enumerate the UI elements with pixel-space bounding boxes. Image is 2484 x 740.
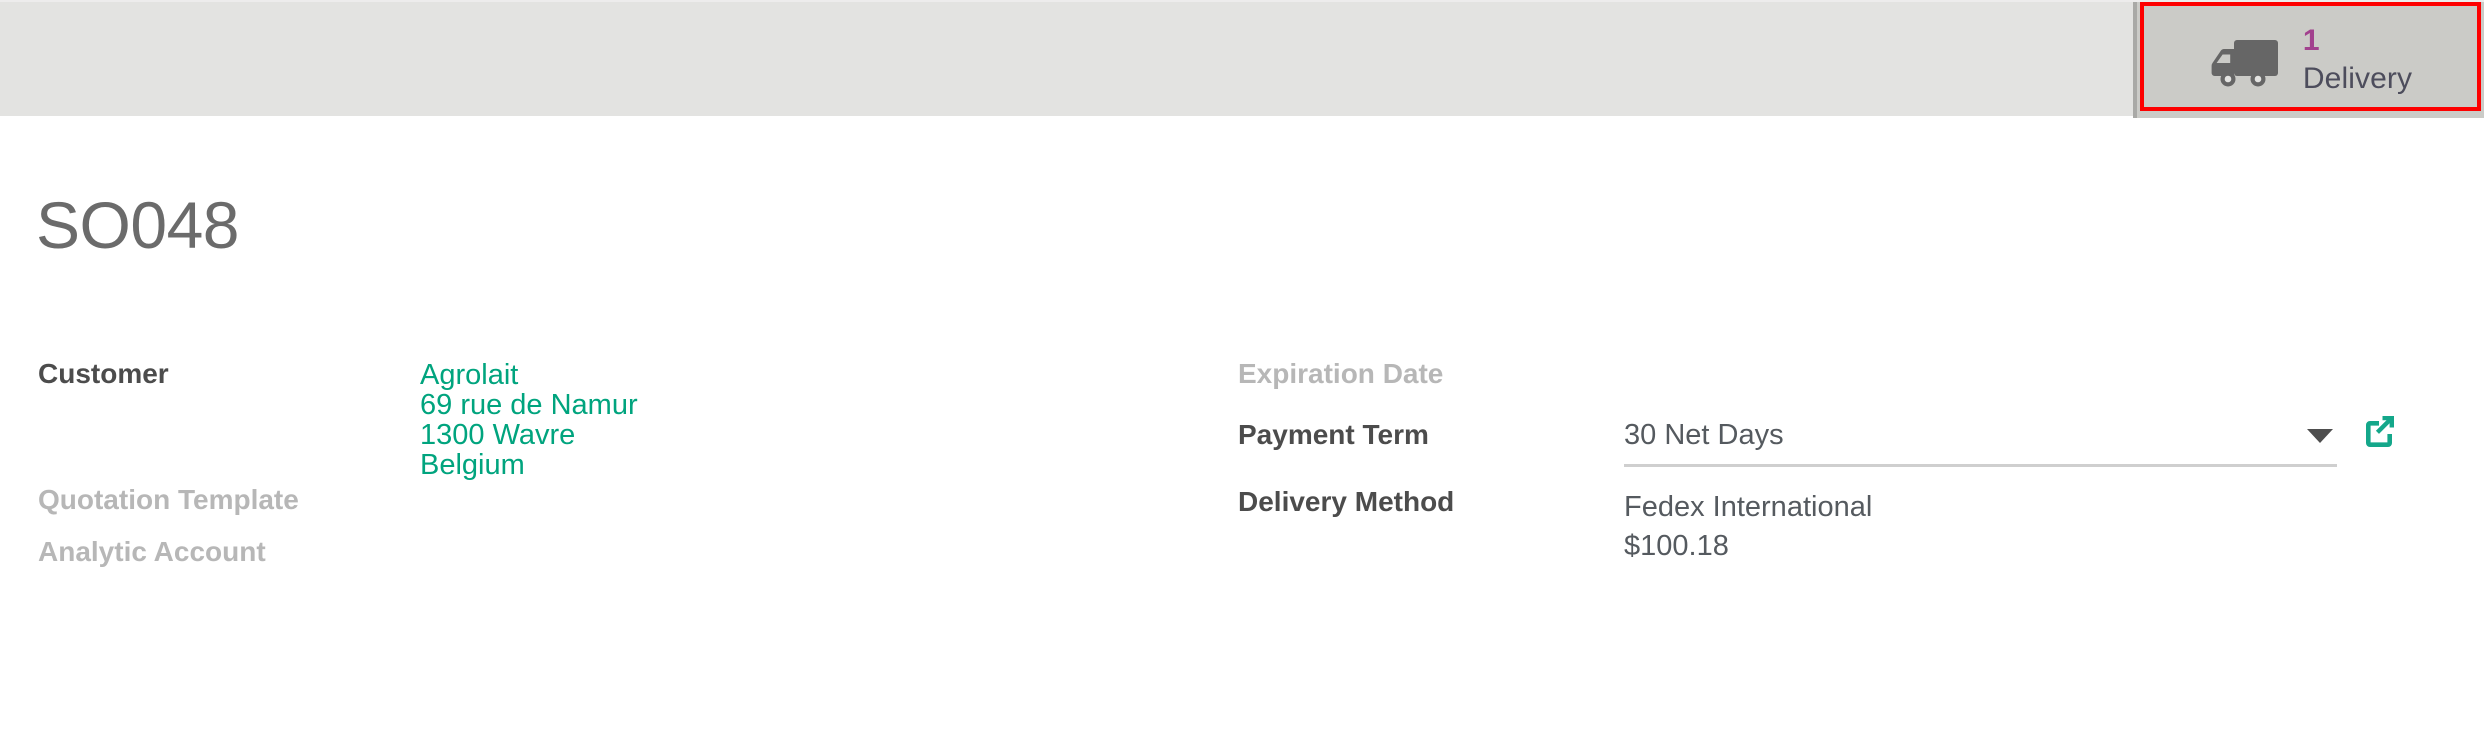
field-label-quotation-template: Quotation Template [38, 484, 299, 515]
delivery-method-values: Fedex International $100.18 [1624, 488, 1872, 566]
field-quotation-template[interactable]: Quotation Template [38, 486, 299, 514]
form-sheet: Customer Agrolait 69 rue de Namur 1300 W… [0, 348, 2484, 668]
stat-button-bar: 1 Delivery [0, 0, 2484, 118]
delivery-carrier-value[interactable]: Fedex International [1624, 488, 1872, 527]
field-label-payment-term: Payment Term [1238, 419, 1429, 450]
delivery-label: Delivery [2302, 62, 2413, 95]
field-expiration-date[interactable]: Expiration Date [1238, 360, 1624, 388]
form-column-left: Customer Agrolait 69 rue de Namur 1300 W… [0, 348, 1230, 668]
chevron-down-icon[interactable] [2307, 428, 2333, 443]
truck-icon [2211, 40, 2278, 87]
delivery-count: 1 [2302, 24, 2320, 57]
payment-term-value: 30 Net Days [1624, 419, 1784, 451]
field-label-delivery-method: Delivery Method [1238, 486, 1455, 517]
customer-name-link[interactable]: Agrolait [420, 360, 638, 390]
field-label-analytic-account: Analytic Account [38, 536, 266, 567]
delivery-stat-button-container: 1 Delivery [2137, 2, 2484, 118]
field-delivery-method: Delivery Method Fedex International $100… [1238, 488, 1872, 566]
field-label-expiration-date: Expiration Date [1238, 358, 1444, 389]
customer-street-link[interactable]: 69 rue de Namur [420, 390, 638, 420]
customer-city-link[interactable]: 1300 Wavre [420, 420, 638, 450]
form-column-right: Expiration Date Payment Term 30 Net Days… [1230, 348, 2484, 668]
external-link-icon[interactable] [2360, 412, 2398, 450]
delivery-stat-text: 1 Delivery [2303, 26, 2412, 94]
field-customer: Customer Agrolait 69 rue de Namur 1300 W… [38, 358, 638, 481]
page-title: SO048 [36, 188, 239, 262]
payment-term-select[interactable]: 30 Net Days [1624, 421, 2337, 467]
customer-country-link[interactable]: Belgium [420, 450, 638, 480]
field-analytic-account[interactable]: Analytic Account [38, 538, 266, 566]
field-label-customer: Customer [38, 358, 169, 389]
customer-address-block: Agrolait 69 rue de Namur 1300 Wavre Belg… [420, 360, 638, 480]
delivery-stat-button[interactable]: 1 Delivery [2137, 2, 2484, 118]
field-payment-term: Payment Term 30 Net Days [1238, 421, 2337, 467]
delivery-price-value: $100.18 [1624, 530, 1729, 562]
